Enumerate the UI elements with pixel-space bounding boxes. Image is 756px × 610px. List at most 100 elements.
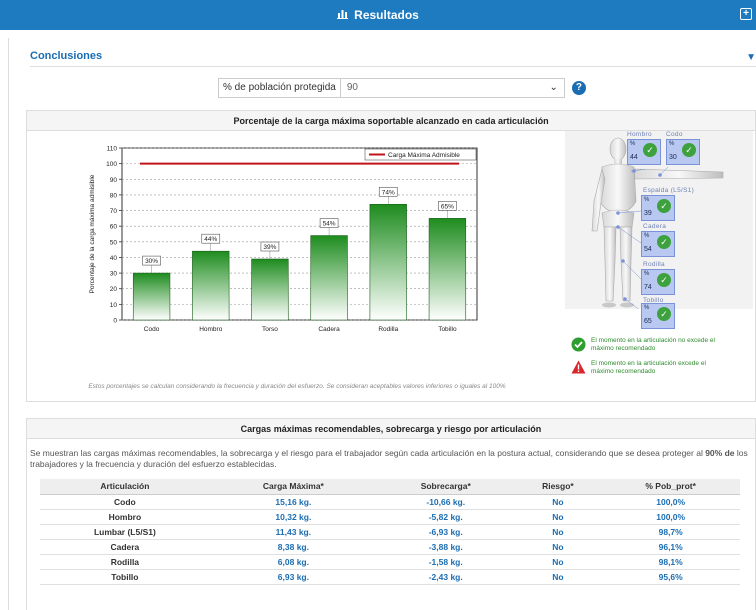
table-cell: -3,88 kg. [377, 539, 515, 555]
x-tick-label: Rodilla [378, 326, 398, 333]
joint-box-rodilla: % 74 ✓ [641, 269, 675, 295]
joint-value: 39 [644, 210, 652, 217]
y-tick-label: 50 [110, 239, 118, 246]
section-title: Conclusiones [30, 50, 103, 62]
percent-label: % [644, 197, 650, 203]
table-cell: 96,1% [601, 539, 740, 555]
table-cell: No [514, 554, 602, 570]
warning-icon [571, 360, 586, 377]
x-tick-label: Hombro [199, 326, 223, 333]
joint-value: 44 [630, 154, 638, 161]
table-cell: Codo [40, 494, 210, 510]
table-cell: No [514, 494, 602, 510]
table-cell: 6,08 kg. [209, 554, 378, 570]
legend-ok-text: El momento en la articulación no excede … [591, 337, 715, 352]
bar [310, 235, 348, 321]
y-tick-label: 10 [110, 302, 118, 309]
chart-panel-title: Porcentaje de la carga máxima soportable… [27, 111, 755, 131]
y-tick-label: 70 [110, 208, 118, 215]
legend-warn: El momento en la articulación excede el … [571, 360, 716, 376]
frame-border [8, 38, 9, 610]
joint-label-espalda: Espalda (L5/S1) [643, 187, 695, 194]
chart-note: Estos porcentajes se calculan consideran… [88, 383, 506, 390]
table-cell: No [514, 569, 602, 585]
window-title: Resultados [354, 8, 419, 22]
percent-label: % [630, 141, 636, 147]
data-label: 30% [145, 258, 158, 265]
table-panel-title: Cargas máximas recomendables, sobrecarga… [27, 419, 755, 439]
y-tick-label: 60 [110, 224, 118, 231]
table-cell: 11,43 kg. [209, 524, 378, 540]
population-selector: % de población protegida 90 ⌄ ? [218, 78, 586, 98]
conclusions-section-header[interactable]: Conclusiones ▼ [0, 38, 756, 67]
table-cell: 95,6% [601, 569, 740, 585]
check-icon: ✓ [657, 199, 671, 213]
joint-label-hombro: Hombro [627, 131, 652, 138]
table-header-row: Articulación Carga Máxima* Sobrecarga* R… [40, 479, 740, 495]
y-tick-label: 30 [110, 271, 118, 278]
y-tick-label: 80 [110, 192, 118, 199]
data-label: 74% [382, 189, 395, 196]
percent-label: % [644, 271, 650, 277]
percent-label: % [669, 141, 675, 147]
column-header: Sobrecarga* [377, 479, 515, 495]
x-tick-label: Torso [262, 326, 278, 333]
x-tick-label: Cadera [318, 326, 340, 333]
joint-box-codo: % 30 ✓ [666, 139, 700, 165]
population-select[interactable]: 90 ⌄ [339, 78, 565, 98]
joint-box-hombro: % 44 ✓ [627, 139, 661, 165]
legend-ok: El momento en la articulación no excede … [571, 337, 716, 353]
population-label: % de población protegida [218, 78, 340, 98]
y-tick-label: 90 [110, 177, 118, 184]
divider [30, 66, 756, 67]
check-circle-icon [571, 337, 586, 355]
joint-value: 65 [644, 318, 652, 325]
check-icon: ✓ [682, 143, 696, 157]
legend-warn-text: El momento en la articulación excede el … [591, 360, 706, 375]
population-value: 90 [346, 82, 358, 93]
table-cell: Cadera [40, 539, 210, 555]
bar [251, 258, 289, 321]
table-row: Lumbar (L5/S1) 11,43 kg. -6,93 kg. No 98… [40, 524, 740, 540]
check-icon: ✓ [643, 143, 657, 157]
chevron-down-icon[interactable]: ▼ [746, 52, 756, 63]
table-row: Tobillo 6,93 kg. -2,43 kg. No 95,6% [40, 569, 740, 585]
table-cell: No [514, 524, 602, 540]
table-cell: -2,43 kg. [377, 569, 515, 585]
results-table: Articulación Carga Máxima* Sobrecarga* R… [40, 479, 740, 585]
check-icon: ✓ [657, 273, 671, 287]
table-cell: Lumbar (L5/S1) [40, 524, 210, 540]
check-icon: ✓ [657, 307, 671, 321]
description-text: Se muestran las cargas máximas recomenda… [30, 448, 706, 458]
table-cell: 98,7% [601, 524, 740, 540]
y-axis-label: Porcentaje de la carga máxima admisible [89, 174, 96, 293]
y-tick-label: 20 [110, 286, 118, 293]
table-cell: No [514, 509, 602, 525]
table-cell: 100,0% [601, 494, 740, 510]
table-row: Codo 15,16 kg. -10,66 kg. No 100,0% [40, 494, 740, 510]
table-cell: -6,93 kg. [377, 524, 515, 540]
y-tick-label: 100 [106, 161, 117, 168]
table-cell: Tobillo [40, 569, 210, 585]
joint-label-codo: Codo [666, 131, 683, 138]
table-cell: No [514, 539, 602, 555]
check-icon: ✓ [657, 235, 671, 249]
joint-value: 30 [669, 154, 677, 161]
bar [369, 203, 407, 321]
table-cell: -1,58 kg. [377, 554, 515, 570]
joint-box-cadera: % 54 ✓ [641, 231, 675, 257]
column-header: Riesgo* [514, 479, 602, 495]
expand-icon[interactable]: + [740, 8, 752, 20]
y-tick-label: 0 [113, 318, 117, 325]
help-icon[interactable]: ? [571, 81, 586, 95]
legend-label: Carga Máxima Admisible [388, 152, 460, 159]
table-cell: Rodilla [40, 554, 210, 570]
percent-label: % [644, 233, 650, 239]
x-tick-label: Tobillo [438, 326, 457, 333]
joint-label-cadera: Cadera [643, 223, 667, 230]
table-description: Se muestran las cargas máximas recomenda… [30, 448, 754, 470]
y-tick-label: 110 [107, 146, 118, 153]
table-row: Cadera 8,38 kg. -3,88 kg. No 96,1% [40, 539, 740, 555]
joint-value: 54 [644, 246, 652, 253]
results-titlebar: Resultados + [0, 0, 756, 30]
